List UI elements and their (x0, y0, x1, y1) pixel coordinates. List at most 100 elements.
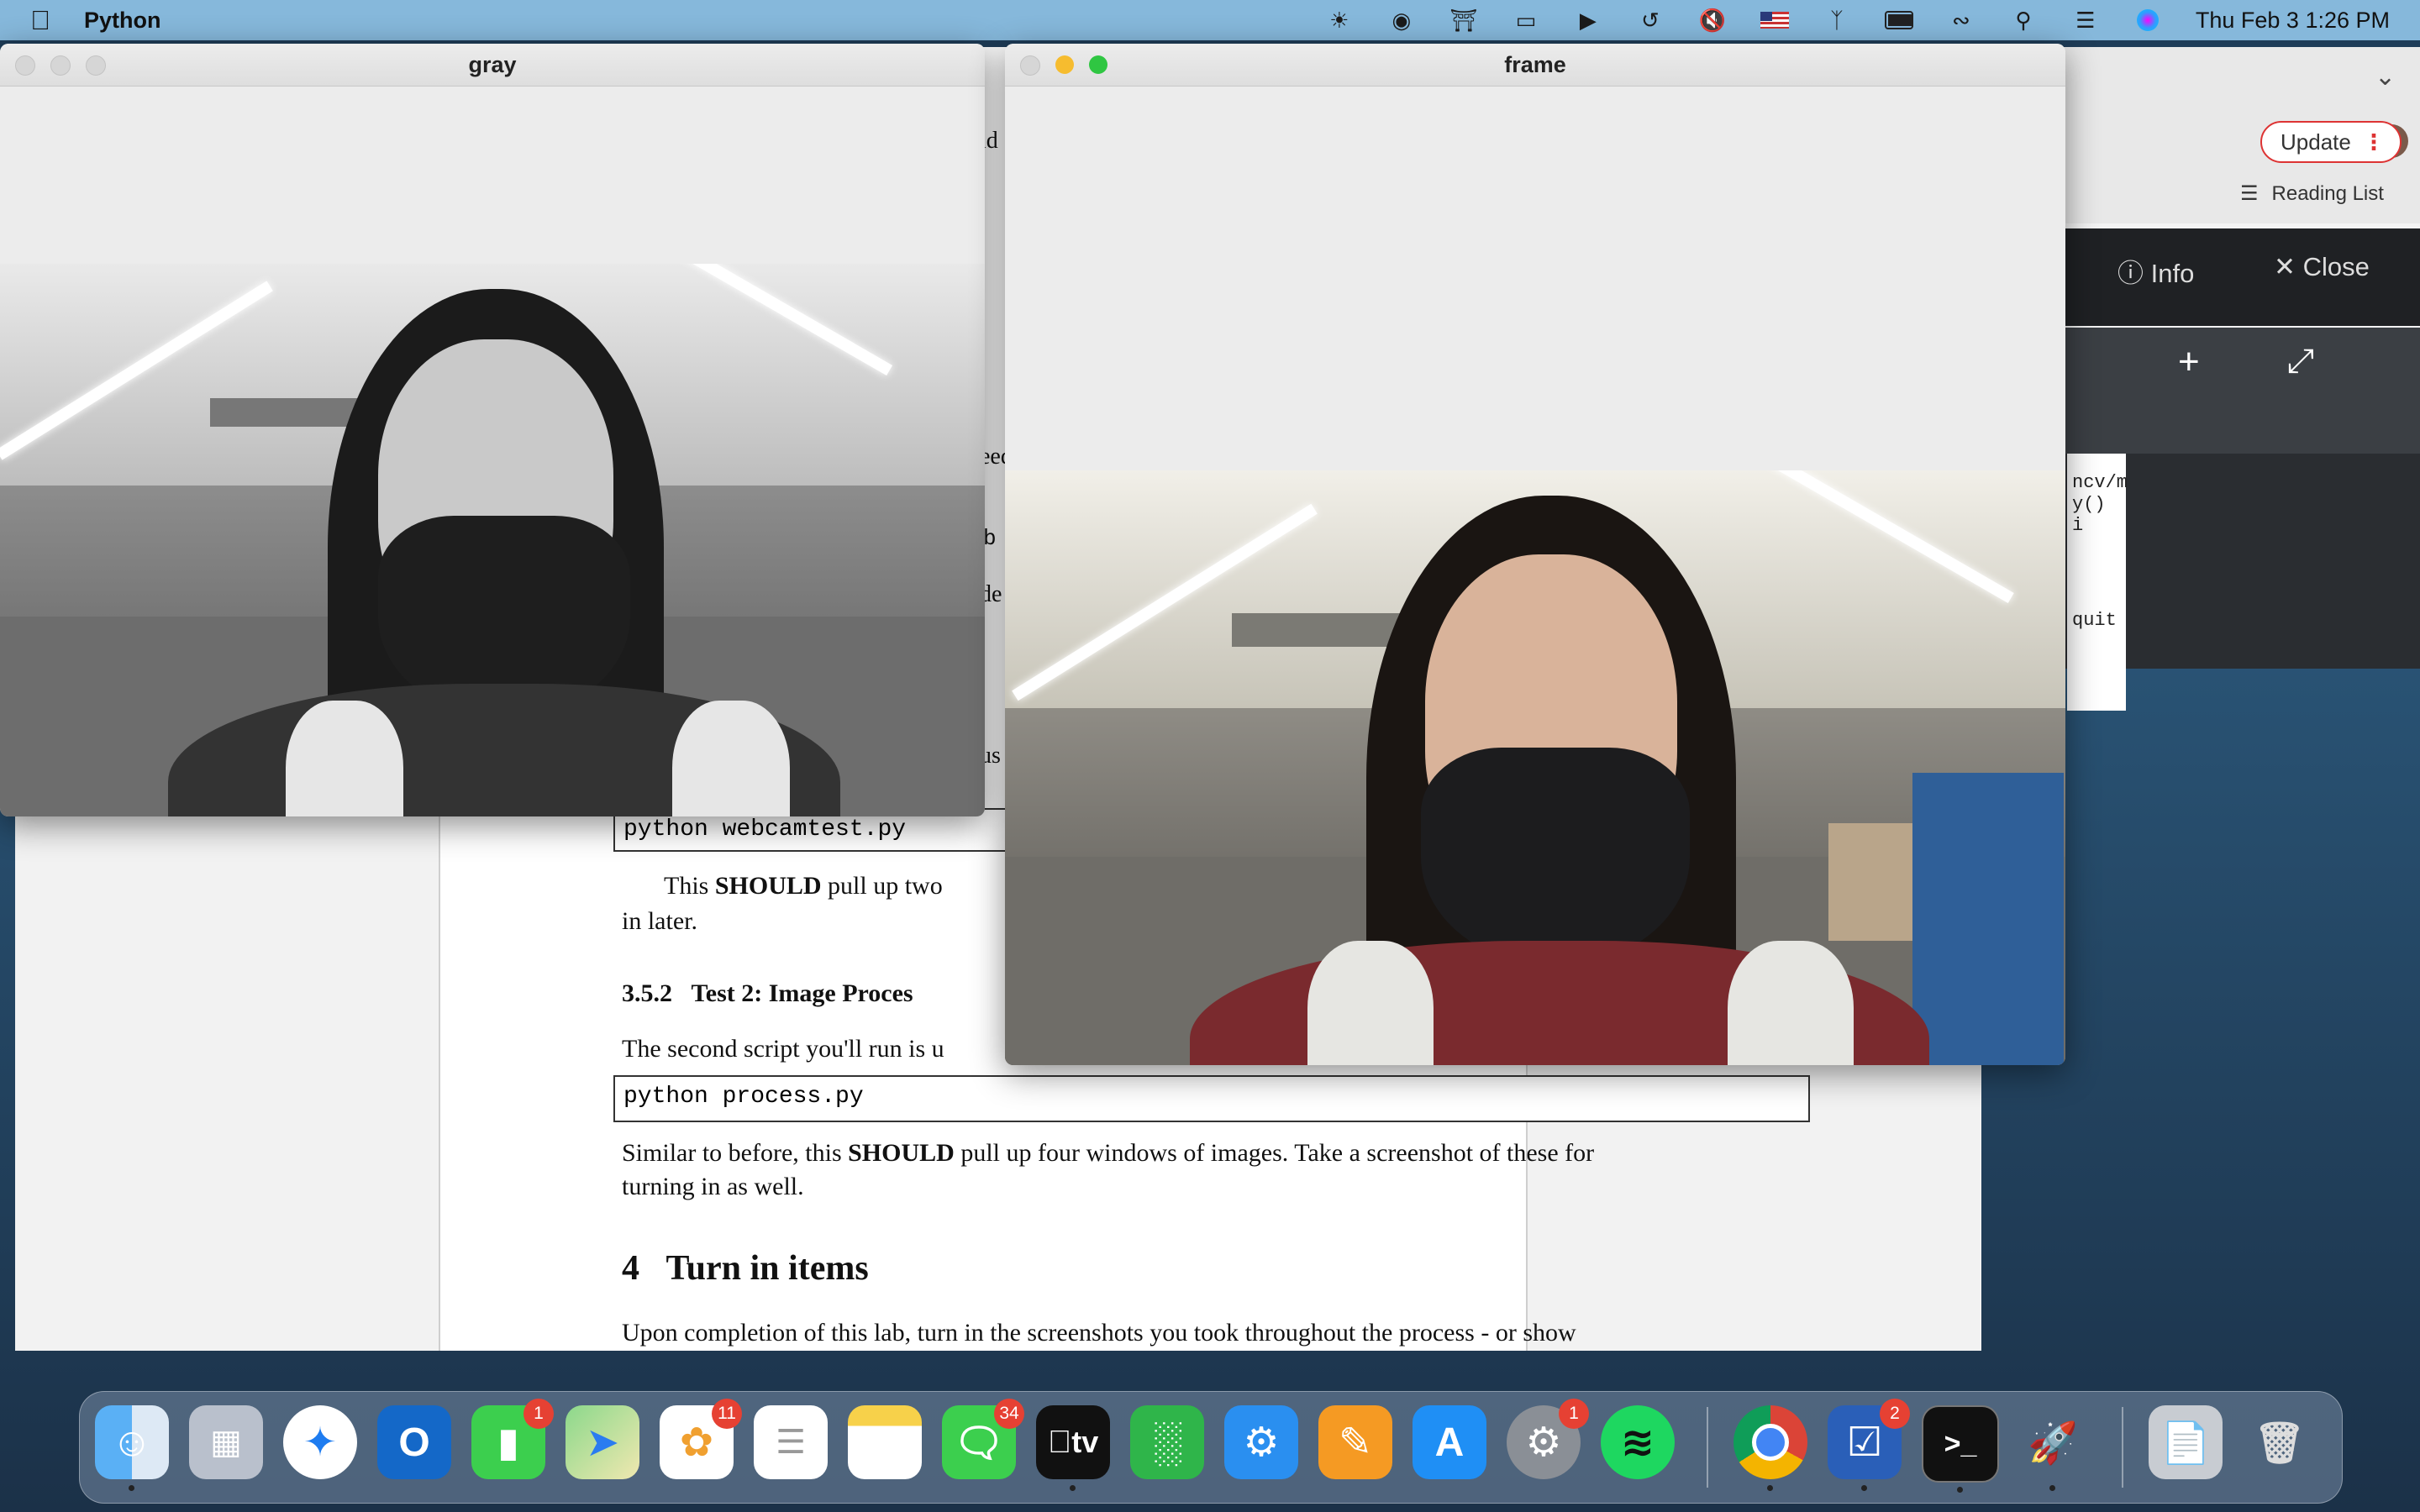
tasks-badge: 2 (1880, 1399, 1910, 1429)
dock-maps[interactable]: ➤ (566, 1405, 639, 1479)
dock-messages[interactable]: 🗨 34 (942, 1399, 1024, 1479)
safari-icon: ✦ (302, 1420, 338, 1465)
code-block-process: python process.py (613, 1075, 1810, 1122)
trash-icon: 🗑 (2254, 1420, 2306, 1466)
dock-notes[interactable] (848, 1405, 922, 1479)
photos-badge: 11 (712, 1399, 742, 1429)
system-preferences-badge: 1 (1559, 1399, 1589, 1429)
window-title: frame (1504, 51, 1566, 77)
app-store-icon: A (1434, 1420, 1465, 1465)
paragraph-1-line-2: in later. (622, 907, 697, 935)
apple-menu-icon[interactable]:  (30, 5, 50, 36)
code-text: python webcamtest.py (623, 816, 907, 843)
dock-app-store[interactable]: A (1413, 1405, 1486, 1479)
fullscreen-icon[interactable]: ⤢ (2287, 343, 2314, 381)
dock-spotify[interactable]: ≋ (1601, 1405, 1675, 1479)
facetime-badge: 1 (523, 1399, 554, 1429)
gray-window-titlebar[interactable]: gray (0, 44, 985, 87)
add-icon[interactable]: + (2178, 341, 2200, 383)
maps-icon: ➤ (585, 1420, 620, 1465)
reminders-icon: ☰ (776, 1424, 806, 1461)
dock-system-preferences[interactable]: ⚙ 1 (1507, 1399, 1589, 1479)
paragraph-3-line-2: turning in as well. (622, 1173, 804, 1200)
dock-reminders[interactable]: ☰ (754, 1405, 828, 1479)
mute-icon[interactable]: 🔇 (1698, 8, 1727, 33)
reading-list-label: Reading List (2271, 181, 2384, 205)
frame-window: frame (1005, 44, 2065, 1065)
dock-numbers[interactable]: ░ (1130, 1405, 1204, 1479)
dock-safari[interactable]: ✦ (283, 1405, 357, 1479)
tv-label: tv (1059, 1425, 1098, 1459)
paragraph-3: Similar to before, this SHOULD pull up f… (622, 1139, 1595, 1167)
bluetooth-icon[interactable]: ᛉ (1823, 8, 1851, 33)
code-fragment: y() i (2072, 494, 2106, 536)
reading-list-button[interactable]: ☰ Reading List (2240, 181, 2384, 206)
heading-turn-in-items: 4 Turn in items (622, 1249, 869, 1288)
dock-pages[interactable]: ✎ (1318, 1405, 1392, 1479)
control-center-icon[interactable]: ☰ (2071, 8, 2100, 33)
play-icon[interactable]: ▶ (1574, 8, 1602, 33)
code-fragment: ncv/m (2072, 472, 2128, 493)
dock-launchpad[interactable]: ▦ (189, 1405, 263, 1479)
app-menu-python[interactable]: Python (84, 8, 161, 34)
dock-outlook[interactable]: O (377, 1405, 451, 1479)
terminal-icon: >_ (1944, 1427, 1977, 1460)
grayscale-camera-image (0, 264, 985, 816)
dock-tasks[interactable]: ☑ 2 (1828, 1399, 1910, 1491)
globe-icon[interactable]: ◉ (1387, 8, 1416, 33)
code-text: python process.py (623, 1084, 864, 1110)
close-icon: ✕ (2274, 252, 2303, 281)
minimize-window-button[interactable] (50, 55, 71, 76)
rocket-icon: 🚀 (2028, 1420, 2078, 1466)
photos-icon: ✿ (679, 1420, 714, 1465)
spotify-icon: ≋ (1620, 1420, 1655, 1465)
search-icon[interactable]: ⚲ (2009, 8, 2038, 33)
zoom-window-button[interactable] (86, 55, 106, 76)
siri-icon[interactable] (2133, 8, 2162, 32)
apple-tv-icon:  (1048, 1425, 1072, 1461)
time-machine-icon[interactable]: ↺ (1636, 8, 1665, 33)
info-label: Info (2150, 259, 2195, 288)
update-button[interactable]: Update ⋮ (2260, 121, 2402, 163)
bank-icon[interactable]: ⛩ (1449, 8, 1478, 33)
pages-icon: ✎ (1338, 1420, 1373, 1465)
dock-rocket[interactable]: 🚀 (2016, 1405, 2090, 1491)
messages-icon: 🗨 (953, 1420, 1005, 1466)
frame-window-titlebar[interactable]: frame (1005, 44, 2065, 87)
dock-facetime[interactable]: ▮ 1 (471, 1399, 554, 1479)
close-window-button[interactable] (15, 55, 35, 76)
finder-icon: ☺ (111, 1420, 153, 1465)
creative-cloud-icon[interactable]: ☀ (1325, 8, 1354, 33)
chevron-down-icon[interactable]: ⌄ (2375, 62, 2396, 92)
downloads-icon: 📄 (2160, 1420, 2211, 1466)
launchpad-icon: ▦ (210, 1424, 242, 1461)
info-button[interactable]: ⓘ Info (2118, 252, 2194, 290)
wifi-icon[interactable]: ∾ (1947, 8, 1975, 33)
window-title: gray (468, 51, 517, 77)
gray-window: gray (0, 44, 985, 816)
close-window-button[interactable] (1020, 55, 1040, 76)
close-label: Close (2302, 252, 2370, 281)
tasks-icon: ☑ (1846, 1420, 1883, 1465)
dock-finder[interactable]: ☺ (95, 1405, 169, 1491)
close-button[interactable]: ✕ Close (2274, 252, 2370, 282)
more-icon: ⋮ (2362, 129, 2385, 155)
paragraph-2: The second script you'll run is u (622, 1035, 944, 1063)
doc-fragment: b (983, 526, 997, 551)
zoom-window-button[interactable] (1089, 55, 1107, 74)
menubar-clock[interactable]: Thu Feb 3 1:26 PM (2196, 8, 2390, 34)
battery-icon[interactable] (1884, 8, 1913, 32)
minimize-window-button[interactable] (1055, 55, 1074, 74)
dock-downloads[interactable]: 📄 (2149, 1405, 2223, 1479)
dock-photos[interactable]: ✿ 11 (660, 1399, 742, 1479)
flag-icon[interactable] (1760, 12, 1789, 29)
dock-chrome[interactable] (1733, 1405, 1807, 1491)
keynote-icon: ⚙ (1243, 1420, 1280, 1465)
dock-trash[interactable]: 🗑 (2243, 1405, 2317, 1479)
dock-apple-tv[interactable]: tv (1036, 1405, 1110, 1491)
dock-keynote[interactable]: ⚙ (1224, 1405, 1298, 1479)
messages-badge: 34 (994, 1399, 1024, 1429)
dock-terminal[interactable]: >_ (1922, 1405, 1999, 1493)
display-icon[interactable]: ▭ (1512, 8, 1540, 33)
numbers-icon: ░ (1152, 1420, 1181, 1465)
